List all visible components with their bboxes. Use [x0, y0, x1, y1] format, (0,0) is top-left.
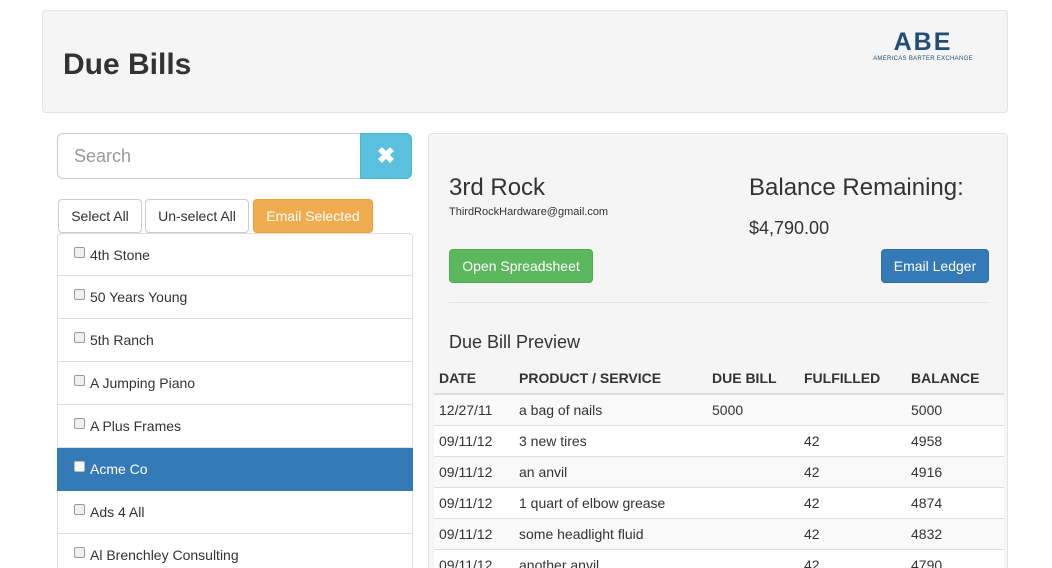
cell-balance: 4916 — [906, 455, 1004, 487]
table-row: 09/11/12 1 quart of elbow grease 42 4874 — [434, 486, 1004, 518]
member-list: 4th Stone 50 Years Young 5th Ranch A Jumpin… — [57, 233, 413, 568]
detail-panel: 3rd Rock ThirdRockHardware@gmail.com Bal… — [428, 133, 1008, 568]
cell-date: 12/27/11 — [434, 393, 514, 425]
list-item[interactable]: 5th Ranch — [57, 319, 413, 362]
cell-due-bill — [707, 424, 799, 456]
list-item[interactable]: A Plus Frames — [57, 405, 413, 448]
member-name: 4th Stone — [90, 246, 150, 263]
list-item[interactable]: 50 Years Young — [57, 276, 413, 319]
logo-text: ABE — [893, 28, 953, 56]
vendor-name: 3rd Rock — [449, 174, 546, 201]
cell-product: 1 quart of elbow grease — [514, 486, 707, 518]
cell-due-bill — [707, 517, 799, 549]
page-header: Due Bills ABE AMERICAS BARTER EXCHANGE — [42, 10, 1008, 113]
ledger-body: 12/27/11 a bag of nails 5000 5000 09/11/12 3 … — [434, 393, 1004, 568]
cell-product: some headlight fluid — [514, 517, 707, 549]
cell-date: 09/11/12 — [434, 517, 514, 549]
cell-fulfilled: 42 — [799, 486, 906, 518]
member-name: Ads 4 All — [90, 504, 145, 520]
column-header-date: DATE — [434, 363, 514, 395]
member-name: Al Brenchley Consulting — [90, 547, 239, 563]
cell-fulfilled: 42 — [799, 517, 906, 549]
cell-date: 09/11/12 — [434, 424, 514, 456]
member-name: A Jumping Piano — [90, 375, 196, 391]
open-spreadsheet-button[interactable]: Open Spreadsheet — [449, 249, 593, 283]
cell-product: another anvil — [514, 548, 707, 568]
list-item[interactable]: Acme Co — [57, 448, 413, 491]
balance-label: Balance Remaining: — [749, 174, 964, 201]
table-row: 12/27/11 a bag of nails 5000 5000 — [434, 393, 1004, 425]
member-checkbox[interactable] — [74, 246, 85, 258]
times-icon: ✖ — [376, 143, 396, 168]
cell-balance: 4958 — [906, 424, 1004, 456]
cell-due-bill: 5000 — [707, 393, 799, 425]
cell-date: 09/11/12 — [434, 486, 514, 518]
member-checkbox[interactable] — [74, 289, 85, 300]
list-item[interactable]: Ads 4 All — [57, 491, 413, 534]
cell-fulfilled — [799, 393, 906, 425]
email-selected-button[interactable]: Email Selected — [253, 199, 373, 233]
abe-logo: ABE AMERICAS BARTER EXCHANGE — [861, 29, 985, 63]
cell-fulfilled: 42 — [799, 548, 906, 568]
member-checkbox[interactable] — [74, 504, 85, 515]
preview-title: Due Bill Preview — [449, 332, 581, 352]
member-checkbox[interactable] — [74, 332, 85, 343]
balance-value: $4,790.00 — [749, 218, 830, 238]
page-title: Due Bills — [63, 48, 192, 81]
email-ledger-button[interactable]: Email Ledger — [881, 249, 989, 283]
list-item[interactable]: A Jumping Piano — [57, 362, 413, 405]
cell-fulfilled: 42 — [799, 455, 906, 487]
column-header-balance: BALANCE — [906, 363, 1004, 395]
cell-product: 3 new tires — [514, 424, 707, 456]
cell-due-bill — [707, 548, 799, 568]
vendor-email: ThirdRockHardware@gmail.com — [449, 206, 609, 218]
ledger-header-row: DATE PRODUCT / SERVICE DUE BILL FULFILLE… — [434, 363, 1004, 395]
unselect-all-button[interactable]: Un-select All — [145, 199, 249, 233]
divider — [449, 302, 989, 303]
cell-balance: 4790 — [906, 548, 1004, 568]
cell-fulfilled: 42 — [799, 424, 906, 456]
list-item[interactable]: 4th Stone — [57, 233, 413, 276]
table-row: 09/11/12 an anvil 42 4916 — [434, 455, 1004, 487]
cell-product: a bag of nails — [514, 393, 707, 425]
cell-balance: 5000 — [906, 393, 1004, 425]
table-row: 09/11/12 3 new tires 42 4958 — [434, 424, 1004, 456]
member-checkbox[interactable] — [74, 547, 85, 558]
search-input[interactable] — [57, 133, 360, 179]
table-row: 09/11/12 another anvil 42 4790 — [434, 548, 1004, 568]
member-name: 50 Years Young — [90, 289, 188, 305]
cell-date: 09/11/12 — [434, 455, 514, 487]
member-checkbox[interactable] — [74, 418, 85, 429]
select-all-button[interactable]: Select All — [58, 199, 142, 233]
logo-subtext: AMERICAS BARTER EXCHANGE — [873, 56, 973, 62]
cell-date: 09/11/12 — [434, 548, 514, 568]
search-group: ✖ — [57, 133, 412, 179]
member-checkbox[interactable] — [74, 461, 85, 472]
cell-balance: 4874 — [906, 486, 1004, 518]
column-header-due-bill: DUE BILL — [707, 363, 799, 395]
member-name: 5th Ranch — [90, 332, 154, 348]
column-header-fulfilled: FULFILLED — [799, 363, 906, 395]
list-item[interactable]: Al Brenchley Consulting — [57, 534, 413, 568]
member-name: Acme Co — [90, 461, 148, 477]
cell-due-bill — [707, 455, 799, 487]
member-name: A Plus Frames — [90, 418, 182, 434]
cell-balance: 4832 — [906, 517, 1004, 549]
ledger-table: DATE PRODUCT / SERVICE DUE BILL FULFILLE… — [434, 363, 1004, 568]
column-header-product: PRODUCT / SERVICE — [514, 363, 707, 395]
member-checkbox[interactable] — [74, 375, 85, 386]
table-row: 09/11/12 some headlight fluid 42 4832 — [434, 517, 1004, 549]
clear-search-button[interactable]: ✖ — [360, 133, 412, 179]
cell-product: an anvil — [514, 455, 707, 487]
cell-due-bill — [707, 486, 799, 518]
